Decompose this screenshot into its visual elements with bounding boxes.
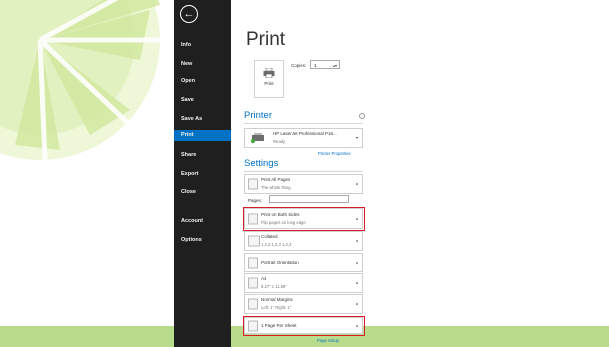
nav-item-close[interactable]: Close — [181, 189, 196, 195]
page-setup-link[interactable]: Page Setup — [317, 338, 339, 343]
collated-icon — [248, 235, 260, 247]
option-subtitle: Left: 1" Right: 1" — [261, 305, 292, 310]
copies-value: 1 — [314, 63, 317, 68]
print-button[interactable]: Print — [254, 60, 284, 98]
option-title: Portrait Orientation — [261, 260, 299, 265]
printer-heading: Printer — [244, 110, 272, 121]
portrait-icon — [248, 257, 258, 268]
info-icon[interactable]: i — [359, 113, 365, 119]
margins-icon — [248, 298, 258, 310]
printer-name: HP LaserJet Professional P16... — [273, 131, 337, 136]
printer-device-icon — [251, 133, 264, 143]
lime-slice-background — [0, 0, 175, 347]
printer-icon — [263, 68, 275, 78]
page-title: Print — [246, 29, 286, 50]
duplex-highlight-box — [243, 207, 365, 231]
orientation-select[interactable]: Portrait Orientation ▾ — [244, 253, 363, 272]
chevron-down-icon: ▾ — [355, 181, 358, 187]
chevron-down-icon: ▾ — [355, 135, 358, 140]
printer-properties-link[interactable]: Printer Properties — [318, 151, 351, 156]
nav-item-print[interactable]: Print — [174, 130, 231, 141]
option-title: Print All Pages — [261, 177, 291, 182]
margins-select[interactable]: Normal Margins Left: 1" Right: 1" ▾ — [244, 294, 363, 314]
nav-item-info[interactable]: Info — [181, 42, 191, 48]
option-title: Collated — [261, 234, 278, 239]
divider — [244, 123, 363, 124]
backstage-sidebar: ← Info New Open Save Save As Print Share… — [174, 0, 231, 347]
nav-item-save-as[interactable]: Save As — [181, 116, 202, 122]
pages-per-sheet-highlight-box — [243, 316, 365, 336]
nav-item-options[interactable]: Options — [181, 237, 202, 243]
copies-stepper[interactable]: 1 ▴▾ — [310, 60, 340, 69]
chevron-down-icon: ▾ — [355, 238, 358, 244]
option-title: Normal Margins — [261, 297, 293, 302]
pages-field[interactable] — [269, 195, 349, 203]
divider — [244, 171, 363, 172]
nav-item-share[interactable]: Share — [181, 152, 196, 158]
printer-select[interactable]: HP LaserJet Professional P16... Ready ▾ — [244, 128, 363, 148]
option-subtitle: The whole thing — [261, 185, 291, 190]
chevron-down-icon: ▾ — [355, 260, 358, 265]
collation-select[interactable]: Collated 1,2,3 1,2,3 1,2,3 ▾ — [244, 231, 363, 251]
printer-status: Ready — [273, 139, 286, 144]
spin-arrows-icon[interactable]: ▴▾ — [333, 61, 337, 70]
chevron-down-icon: ▾ — [355, 280, 358, 286]
option-subtitle: 8.27" x 11.69" — [261, 284, 287, 289]
pages-label: Pages: — [248, 198, 263, 203]
nav-item-save[interactable]: Save — [181, 97, 194, 103]
chevron-down-icon: ▾ — [355, 301, 358, 307]
option-title: A4 — [261, 276, 267, 281]
settings-heading: Settings — [244, 158, 279, 169]
print-button-label: Print — [264, 81, 274, 86]
nav-item-new[interactable]: New — [181, 61, 192, 67]
copies-label: Copies: — [291, 63, 307, 68]
back-arrow-icon[interactable]: ← — [180, 5, 198, 23]
print-pane: Print Print Copies: 1 ▴▾ Printer i HP La… — [231, 0, 609, 334]
option-subtitle: 1,2,3 1,2,3 1,2,3 — [261, 242, 292, 247]
print-range-select[interactable]: Print All Pages The whole thing ▾ — [244, 174, 363, 194]
paper-size-icon — [248, 277, 258, 289]
nav-item-export[interactable]: Export — [181, 171, 198, 177]
paper-size-select[interactable]: A4 8.27" x 11.69" ▾ — [244, 273, 363, 293]
pages-icon — [248, 178, 258, 190]
nav-item-open[interactable]: Open — [181, 78, 195, 84]
nav-item-account[interactable]: Account — [181, 218, 203, 224]
